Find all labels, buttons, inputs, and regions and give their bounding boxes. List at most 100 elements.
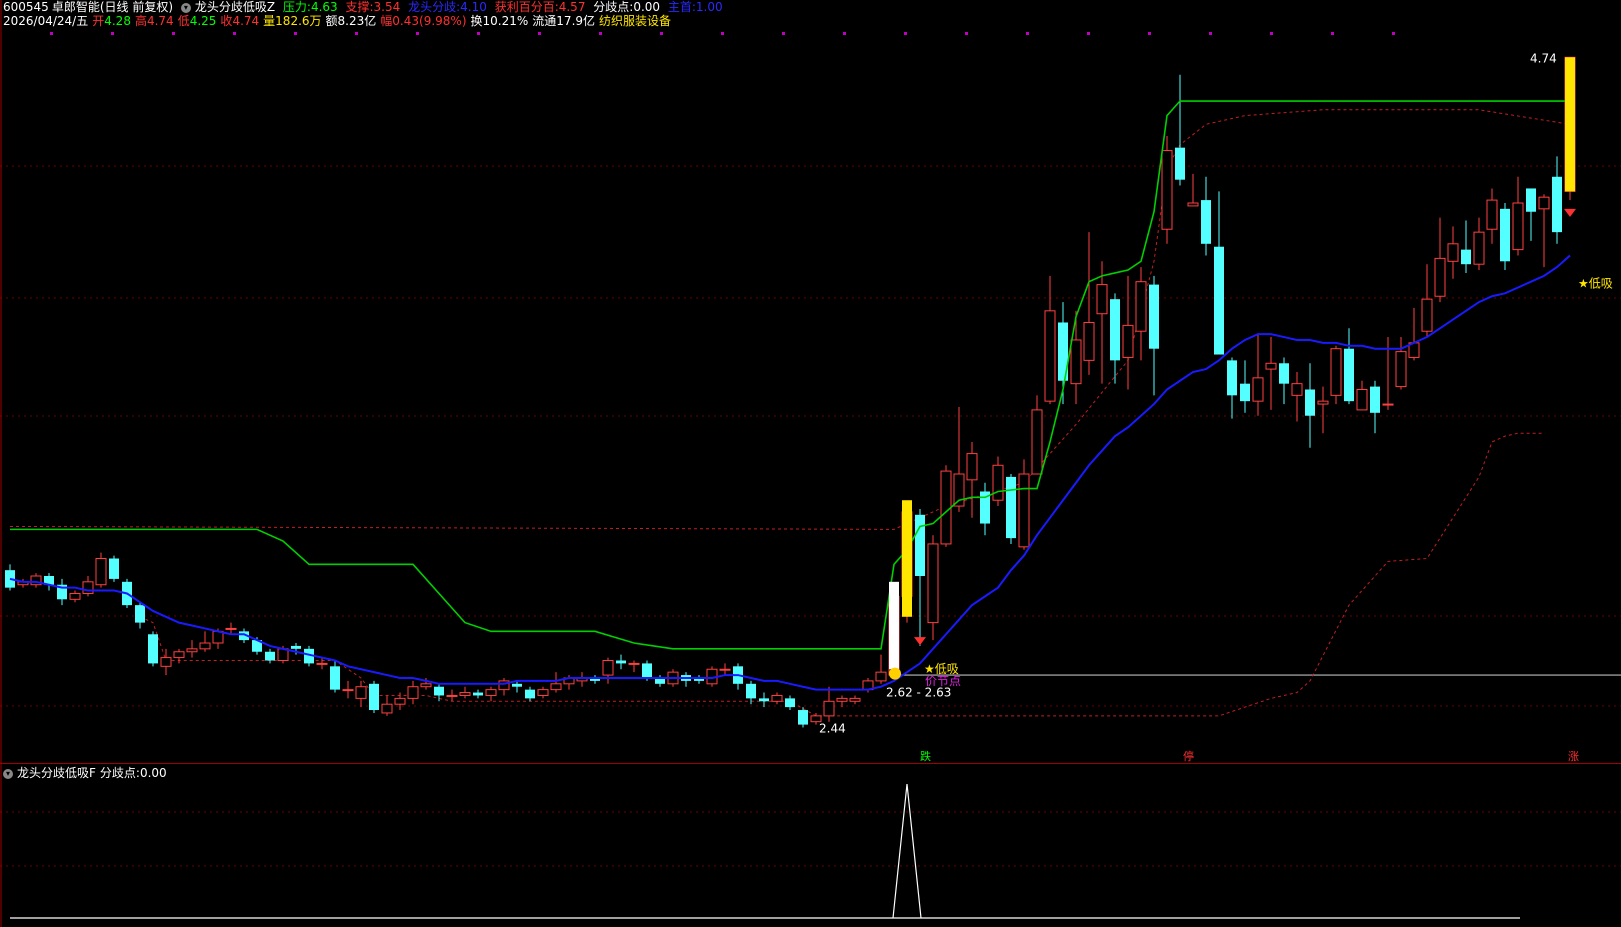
- fall-mark: 跌: [920, 749, 931, 763]
- candle-body: [135, 605, 145, 623]
- candle: [1512, 176, 1524, 256]
- candle-body: [512, 683, 522, 687]
- candle-body: [992, 464, 1004, 501]
- candle-body: [82, 581, 94, 594]
- candle: [771, 692, 783, 705]
- candle: [1149, 275, 1159, 396]
- candle: [1279, 357, 1289, 405]
- candle-body: [485, 689, 497, 696]
- candle-body: [1512, 202, 1524, 251]
- candle: [1317, 386, 1329, 434]
- candle: [798, 707, 808, 728]
- candle: [1421, 264, 1433, 338]
- candle-body: [1434, 257, 1446, 297]
- price-node-label: 价节点: [925, 674, 961, 688]
- candle: [485, 686, 497, 702]
- candle-body: [1031, 409, 1043, 475]
- candle-body: [1291, 383, 1303, 396]
- candle-body: [915, 514, 925, 576]
- price-chart[interactable]: 4.742.442.62 - 2.63★低吸★低吸价节点跌停涨: [0, 0, 1621, 927]
- candle: [746, 680, 756, 705]
- candle: [836, 695, 848, 708]
- candle: [602, 657, 614, 684]
- candle: [160, 648, 172, 676]
- candle: [265, 648, 275, 664]
- candle: [953, 406, 965, 512]
- candle: [1044, 275, 1056, 405]
- candle-body: [642, 663, 652, 678]
- candle: [1070, 310, 1082, 405]
- candle-body: [186, 648, 198, 653]
- candle: [785, 695, 795, 711]
- candle: [1201, 176, 1211, 256]
- candle-body: [719, 668, 731, 671]
- candle-body: [1110, 299, 1120, 361]
- lower-dashed-band: [139, 432, 1544, 717]
- candle: [1434, 217, 1446, 303]
- candle: [875, 654, 887, 684]
- candle: [1018, 459, 1030, 550]
- candle-body: [616, 660, 626, 664]
- candle-body: [109, 558, 119, 579]
- top-tick-mark: [50, 32, 53, 35]
- candle-body: [1265, 362, 1277, 370]
- candle: [381, 695, 393, 716]
- candle-body: [1305, 389, 1315, 416]
- candle: [719, 663, 731, 676]
- candle-body: [342, 689, 354, 692]
- candle-body: [537, 689, 549, 696]
- top-tick-mark: [843, 32, 846, 35]
- candle: [1370, 380, 1380, 434]
- candle: [355, 680, 367, 708]
- candle-body: [1044, 310, 1056, 402]
- candle: [173, 648, 185, 664]
- rise-mark: 涨: [1568, 750, 1579, 763]
- candle: [30, 573, 42, 588]
- candle-body: [369, 683, 379, 711]
- candle: [550, 672, 562, 693]
- candle-body: [1330, 348, 1342, 396]
- candle: [342, 680, 354, 699]
- candle: [407, 680, 419, 705]
- signal-bar-white: [889, 581, 899, 670]
- candle-body: [836, 697, 848, 702]
- candle-body: [1096, 284, 1108, 315]
- top-tick-mark: [904, 32, 907, 35]
- candle: [915, 508, 925, 646]
- candle: [1175, 74, 1185, 186]
- candle: [616, 654, 626, 670]
- top-tick-mark: [355, 32, 358, 35]
- candle: [1006, 474, 1016, 544]
- candle: [1461, 220, 1471, 273]
- top-tick-mark: [477, 32, 480, 35]
- candle: [1083, 232, 1095, 375]
- top-tick-mark: [294, 32, 297, 35]
- candle-body: [1006, 476, 1016, 539]
- candle: [1265, 337, 1277, 410]
- candle-body: [459, 692, 471, 696]
- candle-body: [1187, 202, 1199, 207]
- candle-body: [330, 666, 340, 690]
- ma-line: [9, 254, 1571, 691]
- candle-body: [602, 659, 614, 676]
- top-tick-mark: [1270, 32, 1273, 35]
- candle-body: [759, 698, 769, 702]
- candle-body: [1240, 383, 1250, 402]
- candle: [966, 441, 978, 518]
- candle: [1161, 135, 1173, 244]
- candle-body: [1526, 188, 1536, 212]
- low-buy-label: ★低吸: [1578, 277, 1613, 291]
- candle-body: [1370, 386, 1380, 413]
- candle-body: [381, 703, 393, 714]
- candle-body: [160, 657, 172, 667]
- candle-body: [1135, 281, 1147, 332]
- candle-body: [1500, 208, 1510, 262]
- candle: [109, 555, 119, 582]
- candle: [1538, 194, 1550, 268]
- signal-bar-yellow-last: [1565, 57, 1575, 192]
- candle: [459, 686, 471, 699]
- candle-body: [1447, 243, 1459, 262]
- candle-body: [1344, 348, 1354, 402]
- top-tick-mark: [416, 32, 419, 35]
- candle: [927, 535, 939, 641]
